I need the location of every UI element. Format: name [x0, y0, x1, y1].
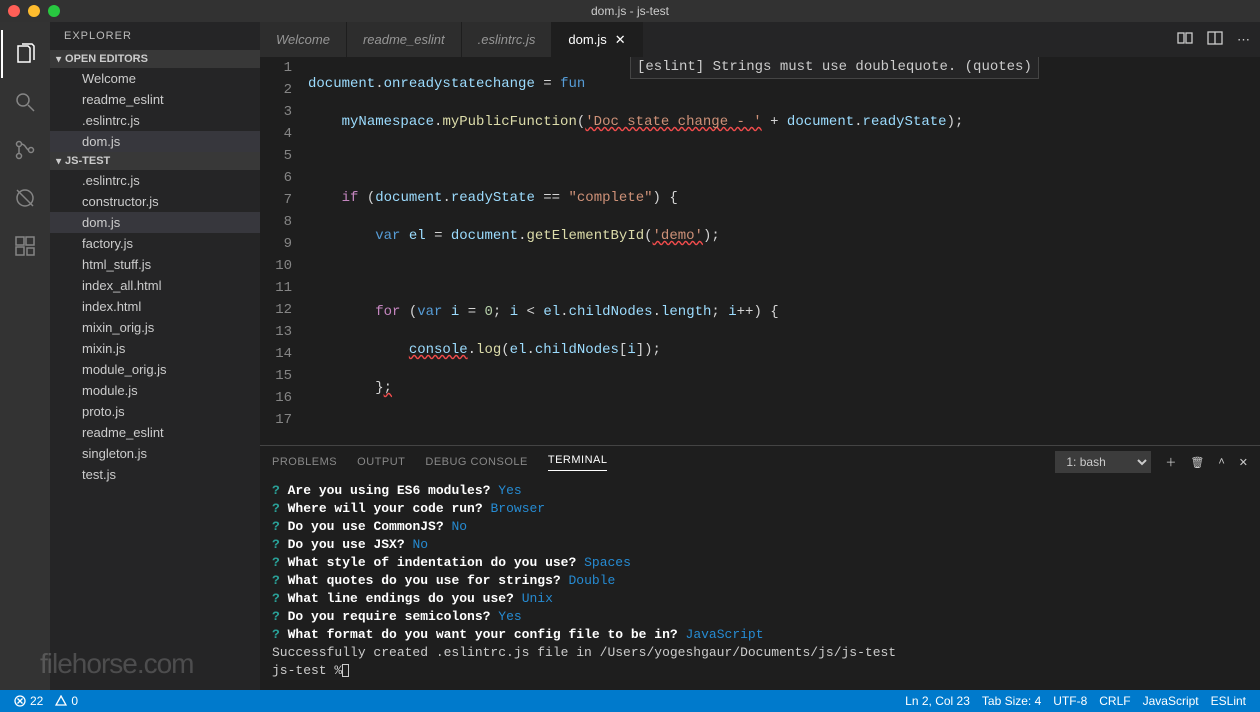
file-item[interactable]: proto.js — [50, 401, 260, 422]
tab-debug-console[interactable]: DEBUG CONSOLE — [425, 456, 527, 468]
explorer-icon[interactable] — [1, 30, 49, 78]
more-icon[interactable]: ⋯ — [1237, 32, 1250, 48]
terminal-output[interactable]: ? Are you using ES6 modules? Yes? Where … — [260, 478, 1260, 690]
maximize-panel-icon[interactable]: ˄ — [1218, 456, 1224, 468]
close-panel-icon[interactable]: ✕ — [1239, 456, 1248, 469]
open-editor-item[interactable]: readme_eslint — [50, 89, 260, 110]
editor-tab[interactable]: readme_eslint — [347, 22, 462, 57]
status-cursor[interactable]: Ln 2, Col 23 — [899, 694, 976, 708]
section-project[interactable]: JS-TEST — [50, 152, 260, 170]
status-language[interactable]: JavaScript — [1137, 694, 1205, 708]
file-item[interactable]: dom.js — [50, 212, 260, 233]
tab-problems[interactable]: PROBLEMS — [272, 456, 337, 468]
terminal-line: ? Are you using ES6 modules? Yes — [272, 482, 1248, 500]
close-tab-icon[interactable]: ✕ — [615, 32, 626, 48]
file-item[interactable]: index.html — [50, 296, 260, 317]
terminal-line: ? What format do you want your config fi… — [272, 626, 1248, 644]
line-numbers: 1234567891011121314151617 — [260, 57, 308, 445]
section-open-editors[interactable]: OPEN EDITORS — [50, 50, 260, 68]
window-minimize-icon[interactable] — [28, 5, 40, 17]
open-editor-item[interactable]: Welcome — [50, 68, 260, 89]
activity-bar — [0, 22, 50, 690]
terminal-line: ? What style of indentation do you use? … — [272, 554, 1248, 572]
titlebar: dom.js - js-test — [0, 0, 1260, 22]
terminal-line: ? Do you use JSX? No — [272, 536, 1248, 554]
terminal-line: ? What line endings do you use? Unix — [272, 590, 1248, 608]
terminal-select[interactable]: 1: bash — [1055, 451, 1151, 473]
file-item[interactable]: index_all.html — [50, 275, 260, 296]
file-item[interactable]: module_orig.js — [50, 359, 260, 380]
bottom-panel: PROBLEMS OUTPUT DEBUG CONSOLE TERMINAL 1… — [260, 445, 1260, 690]
code-editor[interactable]: 1234567891011121314151617 document.onrea… — [260, 57, 1260, 445]
compare-icon[interactable] — [1177, 30, 1193, 49]
open-editor-item[interactable]: dom.js — [50, 131, 260, 152]
tab-output[interactable]: OUTPUT — [357, 456, 405, 468]
statusbar: 22 0 Ln 2, Col 23 Tab Size: 4 UTF-8 CRLF… — [0, 690, 1260, 712]
watermark: filehorse.com — [40, 648, 194, 680]
terminal-prompt: js-test % — [272, 663, 342, 678]
file-item[interactable]: test.js — [50, 464, 260, 485]
open-editor-item[interactable]: .eslintrc.js — [50, 110, 260, 131]
status-tabsize[interactable]: Tab Size: 4 — [976, 694, 1047, 708]
split-editor-icon[interactable] — [1207, 30, 1223, 49]
search-icon[interactable] — [1, 78, 49, 126]
sidebar-title: EXPLORER — [50, 22, 260, 50]
chevron-down-icon — [56, 53, 61, 65]
file-item[interactable]: .eslintrc.js — [50, 170, 260, 191]
terminal-line: ? Do you use CommonJS? No — [272, 518, 1248, 536]
terminal-line: ? Do you require semicolons? Yes — [272, 608, 1248, 626]
window-close-icon[interactable] — [8, 5, 20, 17]
window-title: dom.js - js-test — [591, 4, 669, 18]
new-terminal-icon[interactable]: ＋ — [1165, 454, 1176, 470]
terminal-line: ? Where will your code run? Browser — [272, 500, 1248, 518]
status-eol[interactable]: CRLF — [1093, 694, 1136, 708]
kill-terminal-icon[interactable]: 🗑 — [1190, 456, 1204, 469]
file-item[interactable]: readme_eslint — [50, 422, 260, 443]
terminal-line: Successfully created .eslintrc.js file i… — [272, 644, 1248, 662]
editor-tab[interactable]: Welcome — [260, 22, 347, 57]
editor-tabs: Welcomereadme_eslint.eslintrc.jsdom.js✕ … — [260, 22, 1260, 57]
file-item[interactable]: html_stuff.js — [50, 254, 260, 275]
file-item[interactable]: constructor.js — [50, 191, 260, 212]
terminal-line: ? What quotes do you use for strings? Do… — [272, 572, 1248, 590]
status-encoding[interactable]: UTF-8 — [1047, 694, 1093, 708]
editor-tab[interactable]: dom.js✕ — [552, 22, 642, 57]
chevron-down-icon — [56, 155, 61, 167]
lint-tooltip: [eslint] Strings must use doublequote. (… — [630, 57, 1039, 79]
extensions-icon[interactable] — [1, 222, 49, 270]
window-maximize-icon[interactable] — [48, 5, 60, 17]
code-content[interactable]: document.onreadystatechange = fun myName… — [308, 57, 1260, 445]
file-item[interactable]: mixin_orig.js — [50, 317, 260, 338]
source-control-icon[interactable] — [1, 126, 49, 174]
sidebar: EXPLORER OPEN EDITORS Welcomereadme_esli… — [50, 22, 260, 690]
status-errors[interactable]: 22 — [8, 694, 49, 708]
tab-terminal[interactable]: TERMINAL — [548, 454, 608, 471]
file-item[interactable]: singleton.js — [50, 443, 260, 464]
debug-icon[interactable] — [1, 174, 49, 222]
file-item[interactable]: module.js — [50, 380, 260, 401]
status-warnings[interactable]: 0 — [49, 694, 84, 708]
file-item[interactable]: mixin.js — [50, 338, 260, 359]
status-eslint[interactable]: ESLint — [1205, 694, 1252, 708]
editor-tab[interactable]: .eslintrc.js — [462, 22, 553, 57]
file-item[interactable]: factory.js — [50, 233, 260, 254]
